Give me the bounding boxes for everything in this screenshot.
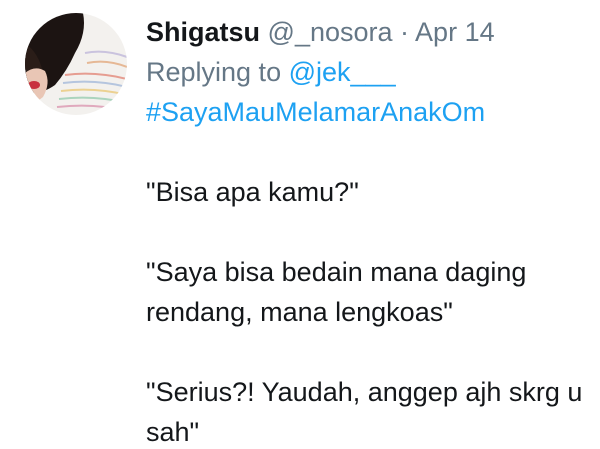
tweet-text-line: sah" [146,417,200,447]
tweet-card[interactable]: Shigatsu @_nosora · Apr 14 Replying to @… [0,0,600,449]
replying-prefix: Replying to [146,57,282,87]
tweet-text-line: "Serius?! Yaudah, anggep ajh skrg u [146,377,583,407]
tweet-text-line: "Saya bisa bedain mana daging [146,257,527,287]
hashtag-link[interactable]: #SayaMauMelamarAnakOm [146,92,600,132]
tweet-content: Shigatsu @_nosora · Apr 14 Replying to @… [146,12,600,449]
author-handle[interactable]: @_nosora [268,17,393,47]
tweet-date[interactable]: Apr 14 [415,17,495,47]
tweet-header: Shigatsu @_nosora · Apr 14 [146,12,600,52]
avatar-image [25,13,127,115]
tweet-text-line: "Bisa apa kamu?" [146,177,359,207]
author-name[interactable]: Shigatsu [146,17,260,47]
replying-user-link[interactable]: @jek___ [289,57,396,87]
tweet-text-line: rendang, mana lengkoas" [146,297,453,327]
replying-to: Replying to @jek___ [146,52,600,92]
separator-dot: · [400,17,410,47]
avatar[interactable] [25,13,127,115]
